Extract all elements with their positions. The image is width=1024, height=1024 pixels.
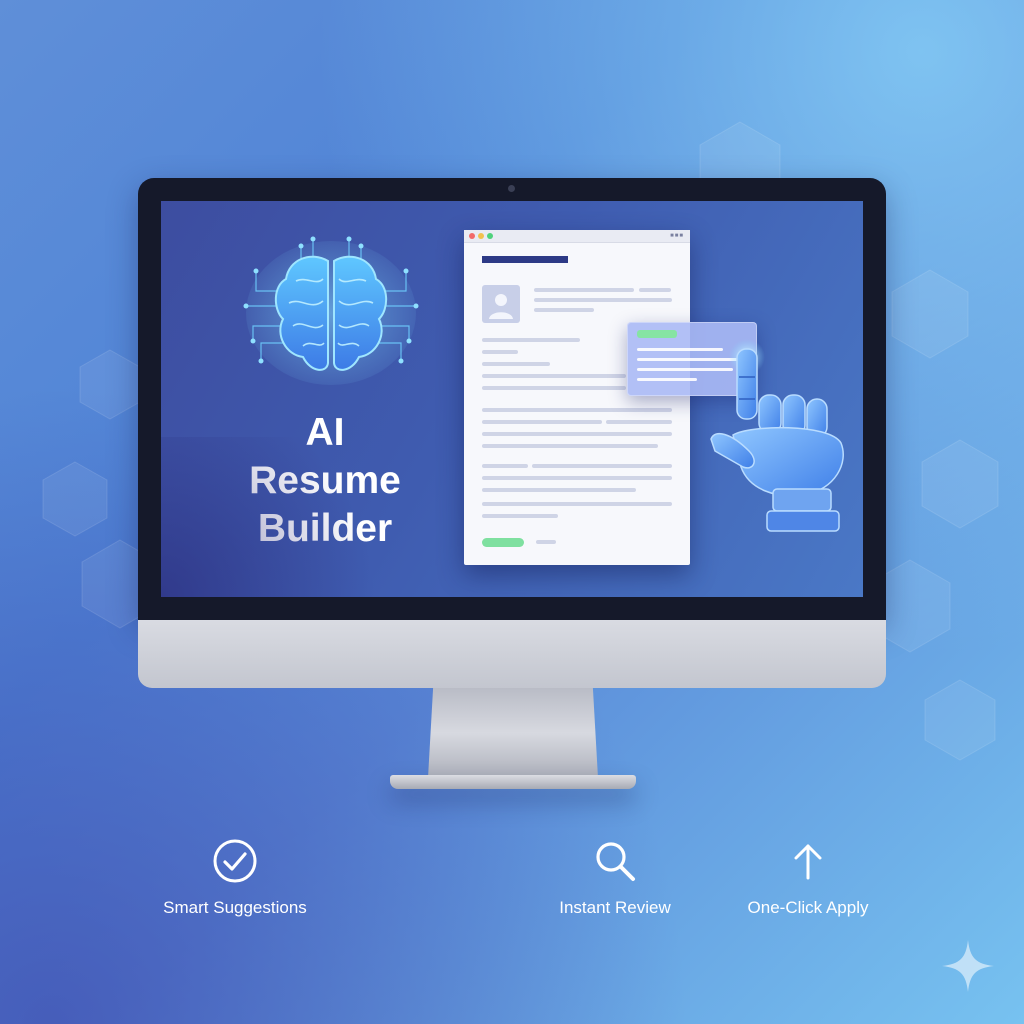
title-line-ai: AI bbox=[305, 411, 345, 454]
resume-text-line bbox=[534, 298, 672, 302]
resume-document-window: ■■■ bbox=[464, 230, 690, 565]
window-controls-icon: ■■■ bbox=[670, 233, 684, 239]
window-titlebar: ■■■ bbox=[464, 230, 690, 243]
avatar bbox=[482, 285, 520, 323]
person-icon bbox=[489, 294, 513, 319]
resume-text-line bbox=[482, 464, 528, 468]
resume-text-line bbox=[482, 420, 602, 424]
feature-smart-suggestions: Smart Suggestions bbox=[145, 838, 325, 918]
resume-text-line bbox=[536, 540, 556, 544]
feature-one-click-apply: One-Click Apply bbox=[728, 838, 888, 918]
resume-text-line bbox=[534, 288, 634, 292]
check-circle-icon bbox=[213, 839, 257, 883]
search-icon bbox=[596, 842, 635, 881]
arrow-up-icon bbox=[794, 844, 822, 880]
resume-text-line bbox=[606, 420, 672, 424]
resume-text-line bbox=[482, 386, 626, 390]
resume-accent-pill bbox=[482, 538, 524, 547]
resume-text-line bbox=[482, 408, 672, 412]
resume-text-line bbox=[482, 514, 558, 518]
resume-text-line bbox=[482, 338, 580, 342]
brain-circuit-icon bbox=[243, 236, 419, 385]
title-line-resume: Resume bbox=[249, 459, 401, 502]
resume-text-line bbox=[482, 502, 672, 506]
resume-text-line bbox=[482, 476, 672, 480]
monitor-chin bbox=[138, 620, 886, 688]
resume-text-line bbox=[482, 432, 672, 436]
webcam bbox=[508, 185, 515, 192]
resume-text-line bbox=[534, 308, 594, 312]
resume-text-line bbox=[482, 350, 518, 354]
resume-text-line bbox=[482, 362, 550, 366]
title-line-builder: Builder bbox=[257, 507, 393, 550]
maximize-dot-icon bbox=[487, 233, 493, 239]
sparkle-icon bbox=[942, 940, 994, 992]
resume-text-line bbox=[482, 488, 636, 492]
feature-instant-review: Instant Review bbox=[530, 838, 700, 918]
app-title: AI Resume Builder bbox=[223, 409, 427, 553]
monitor-screen: AI Resume Builder ■■■ bbox=[161, 201, 863, 597]
resume-name-heading bbox=[482, 256, 568, 263]
resume-text-line bbox=[639, 288, 671, 292]
robot-hand-icon bbox=[710, 339, 844, 532]
resume-text-line bbox=[532, 464, 672, 468]
suggestion-text-line bbox=[637, 378, 697, 381]
desktop-monitor: AI Resume Builder ■■■ bbox=[138, 178, 886, 688]
suggestion-tag bbox=[637, 330, 677, 338]
monitor-stand-base bbox=[390, 775, 636, 789]
monitor-bezel: AI Resume Builder ■■■ bbox=[138, 178, 886, 620]
minimize-dot-icon bbox=[478, 233, 484, 239]
resume-text-line bbox=[482, 374, 626, 378]
feature-label: One-Click Apply bbox=[747, 898, 869, 917]
feature-label: Instant Review bbox=[559, 898, 671, 917]
close-dot-icon bbox=[469, 233, 475, 239]
resume-text-line bbox=[482, 444, 658, 448]
feature-label: Smart Suggestions bbox=[163, 898, 307, 917]
monitor-stand bbox=[428, 688, 598, 778]
